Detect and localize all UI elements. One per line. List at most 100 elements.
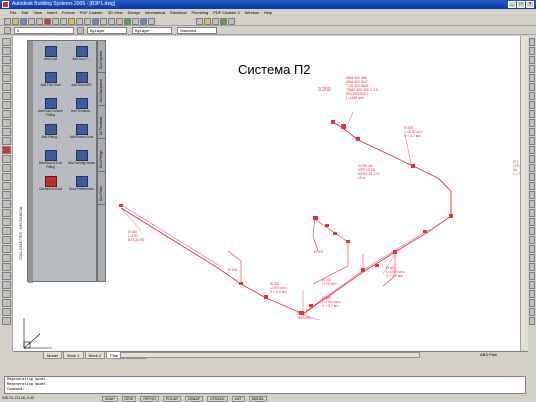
preview-icon[interactable] [36,17,43,25]
layer-props-icon[interactable] [196,17,203,25]
snap-perpendicular-icon[interactable] [529,101,535,109]
dimension-aligned-icon[interactable] [529,155,535,163]
tool-add-duct[interactable]: Add Duct [35,45,66,69]
snap-nearest-icon[interactable] [529,119,535,127]
baseline-icon[interactable] [529,227,535,235]
copy-object-icon[interactable] [1,200,11,208]
layer-combo[interactable]: 0 [14,26,74,34]
chamfer-icon[interactable] [1,299,11,307]
extra-tool-icon[interactable] [212,17,219,25]
layer-state-icon[interactable] [204,17,211,25]
snap-settings-icon[interactable] [529,137,535,145]
tool-palettes-icon[interactable] [140,17,147,25]
text-edit-icon[interactable] [529,272,535,280]
leader-icon[interactable] [529,182,535,190]
snap-midpoint-icon[interactable] [529,56,535,64]
move-icon[interactable] [1,236,11,244]
tool-add-round-fitting[interactable]: Add Round Duct Fitting [35,149,66,173]
array-icon[interactable] [1,227,11,235]
new-icon[interactable] [4,17,11,25]
menu-plumbing[interactable]: Plumbing [192,9,209,17]
tool-add-round-duct[interactable]: Add Round Duct [66,123,97,147]
app-icon[interactable] [2,1,9,8]
close-button[interactable]: × [526,1,534,8]
diameter-icon[interactable] [529,308,535,316]
palette-tab-air-terminals[interactable]: Air Terminals [98,107,106,139]
scale-icon[interactable] [1,254,11,262]
menu-file[interactable]: File [10,9,16,17]
menu-electrical[interactable]: Electrical [170,9,186,17]
zoom-window-icon[interactable] [108,17,115,25]
menu-mechanical[interactable]: Mechanical [145,9,165,17]
print-icon[interactable] [28,17,35,25]
otrack-toggle[interactable]: OTRACK [207,396,228,402]
region-icon[interactable] [1,164,11,172]
palette-tab-duct-parts[interactable]: Duct Parts [98,173,106,205]
style-combo[interactable]: Standard [177,26,217,34]
palette-title-strip[interactable] [28,41,33,283]
minimize-button[interactable]: _ [508,1,516,8]
palette-tab-duct-equipment[interactable]: Duct Equipment [98,74,106,106]
menu-insert[interactable]: Insert [47,9,57,17]
menu-help[interactable]: Help [264,9,272,17]
open-icon[interactable] [12,17,19,25]
snap-none-icon[interactable] [529,128,535,136]
extend-icon[interactable] [1,281,11,289]
tolerance-icon[interactable] [529,191,535,199]
fillet-icon[interactable] [1,308,11,316]
hatch-icon[interactable] [1,155,11,163]
snap-node-icon[interactable] [529,110,535,118]
undo-icon[interactable] [76,17,83,25]
spline-icon[interactable] [1,110,11,118]
maximize-button[interactable]: □ [517,1,525,8]
arc-icon[interactable] [1,83,11,91]
tool-add-custom-fitting[interactable]: Add Duct Custom Fitting [35,97,66,121]
viewport-icon[interactable] [228,17,235,25]
rotate-icon[interactable] [1,245,11,253]
dimension-style-icon[interactable] [529,209,535,217]
snap-tangent-icon[interactable] [529,92,535,100]
lwt-toggle[interactable]: LWT [231,396,245,402]
erase-icon[interactable] [1,191,11,199]
offset-icon[interactable] [1,218,11,226]
paste-icon[interactable] [60,17,67,25]
object-snap-icon[interactable] [529,38,535,46]
command-prompt[interactable]: Command: [7,387,525,392]
snap-endpoint-icon[interactable] [529,47,535,55]
circle-icon[interactable] [1,92,11,100]
snap-intersection-icon[interactable] [529,65,535,73]
palette-tab-duct-fittings[interactable]: Duct Fittings [98,140,106,172]
oblique-icon[interactable] [529,263,535,271]
make-current-icon[interactable] [77,26,84,34]
pan-icon[interactable] [92,17,99,25]
model-toggle[interactable]: MODEL [248,396,268,402]
layer-manager-icon[interactable] [4,26,11,34]
arc-length-icon[interactable] [529,290,535,298]
vertical-scrollbar[interactable] [520,36,528,351]
ortho-toggle[interactable]: ORTHO [140,396,159,402]
snap-center-icon[interactable] [529,74,535,82]
dimension-edit-icon[interactable] [529,200,535,208]
lineweight-combo[interactable]: ByLayer [132,26,172,34]
menu-pdf-cadster-2[interactable]: PDF Cadster 2 [213,9,239,17]
help-icon[interactable] [148,17,155,25]
rectangle-icon[interactable] [1,74,11,82]
quick-dim-icon[interactable] [529,245,535,253]
tool-add-flex-duct[interactable]: Add Flex Duct [35,71,66,95]
dimension-update-icon[interactable] [529,218,535,226]
zoom-previous-icon[interactable] [116,17,123,25]
extra-dim-icon[interactable] [529,317,535,325]
match-properties-icon[interactable] [68,17,75,25]
save-icon[interactable] [20,17,27,25]
command-line[interactable]: Regenerating model. Regenerating model. … [4,376,526,394]
line-icon[interactable] [1,38,11,46]
polar-toggle[interactable]: POLAR [162,396,181,402]
center-mark-icon[interactable] [529,254,535,262]
redo-icon[interactable] [84,17,91,25]
make-block-icon[interactable] [1,137,11,145]
properties-icon[interactable] [124,17,131,25]
dimension-linear-icon[interactable] [529,146,535,154]
polygon-icon[interactable] [1,65,11,73]
point-icon[interactable] [1,146,11,154]
stretch-icon[interactable] [1,263,11,271]
